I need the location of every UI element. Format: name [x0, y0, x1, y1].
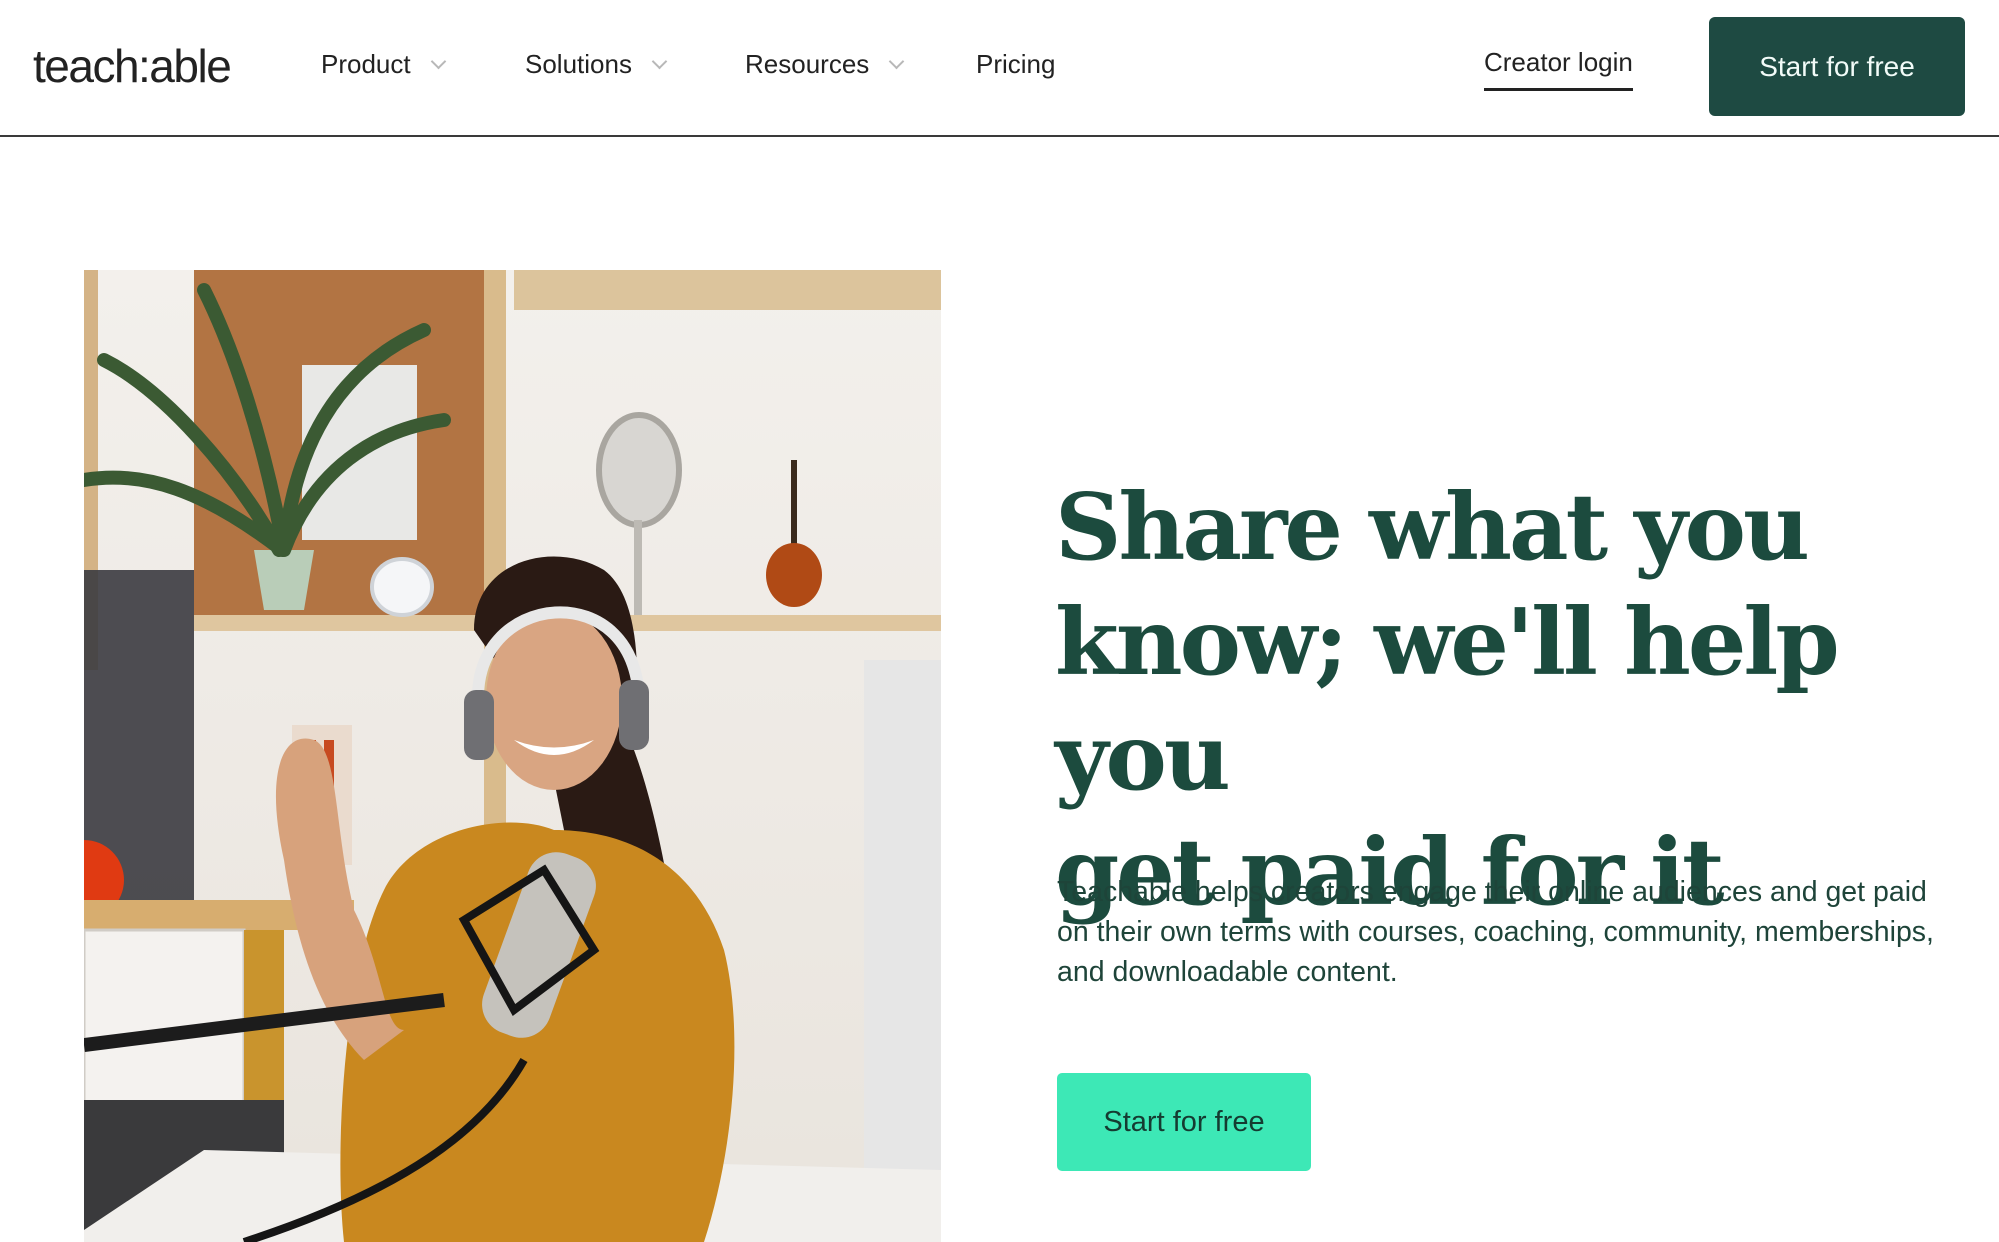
hero-start-for-free-button[interactable]: Start for free	[1057, 1073, 1311, 1171]
nav-solutions[interactable]: Solutions	[525, 44, 668, 84]
nav-product-label: Product	[321, 48, 411, 79]
nav-pricing-label: Pricing	[976, 48, 1056, 79]
nav-pricing[interactable]: Pricing	[976, 44, 1055, 84]
nav-product[interactable]: Product	[321, 44, 446, 84]
hero-description: Teachable helps creators engage their on…	[1057, 876, 1934, 988]
hero-heading-line-1: Share what you	[1055, 473, 1810, 581]
chevron-down-icon	[430, 53, 446, 69]
hero-photo	[84, 270, 941, 1242]
creator-login-link[interactable]: Creator login	[1484, 44, 1633, 91]
hero-heading: Share what you know; we'll help you get …	[1055, 470, 1955, 930]
chevron-down-icon	[889, 53, 905, 69]
podcaster-illustration	[84, 270, 941, 1242]
nav-resources-label: Resources	[745, 48, 870, 79]
chevron-down-icon	[651, 53, 668, 69]
nav-resources[interactable]: Resources	[745, 44, 905, 84]
header-start-for-free-button[interactable]: Start for free	[1709, 17, 1965, 116]
teachable-logo[interactable]: teach:able	[33, 38, 232, 94]
hero-heading-line-2: know; we'll help you	[1055, 588, 1840, 811]
nav-solutions-label: Solutions	[525, 48, 632, 79]
top-navigation-bar: teach:able Product Solutions Resources P…	[0, 0, 1999, 137]
